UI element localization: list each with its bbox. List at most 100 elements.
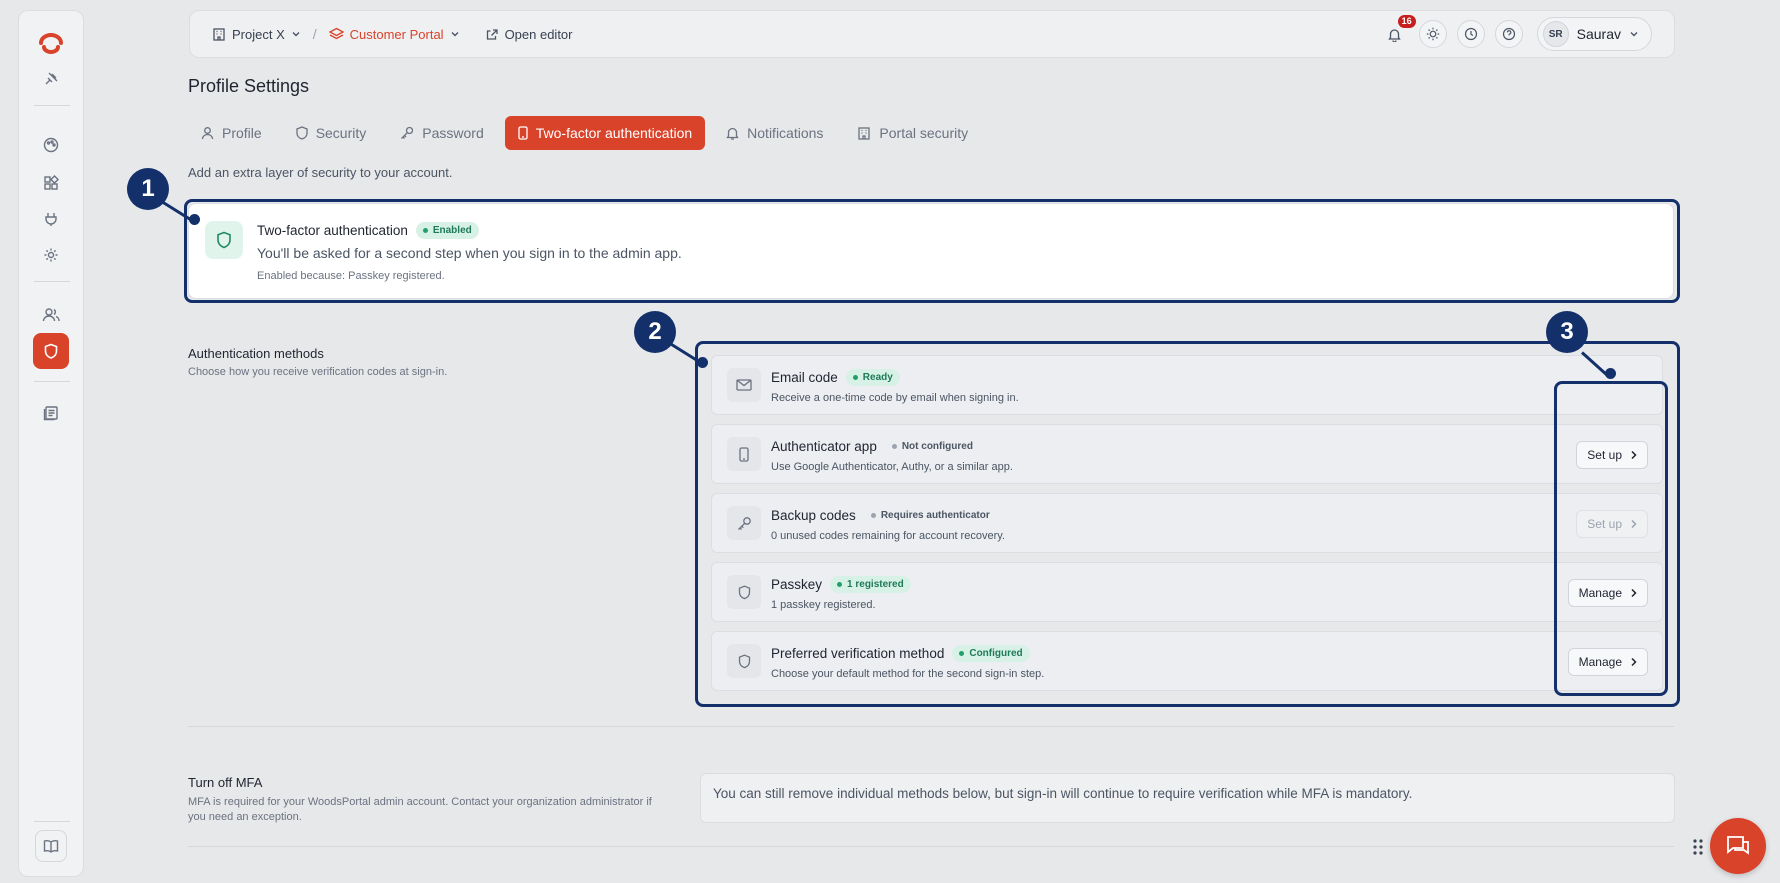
tab-two-factor-authentication[interactable]: Two-factor authentication — [504, 116, 706, 150]
method-authenticator-app: Authenticator app Not configured Use Goo… — [711, 424, 1663, 484]
method-title-row: Backup codes Requires authenticator — [771, 507, 997, 524]
drag-handle-icon[interactable] — [1692, 838, 1704, 856]
project-selector[interactable]: Project X — [212, 27, 301, 42]
clock-icon — [1464, 27, 1478, 41]
method-status-badge: 1 registered — [830, 576, 911, 593]
annotation-dot-1 — [189, 214, 200, 225]
shield-icon — [727, 644, 761, 678]
tab-label: Two-factor authentication — [535, 125, 693, 141]
chat-icon — [1725, 834, 1751, 858]
turn-off-mfa-title: Turn off MFA — [188, 775, 263, 790]
pin-icon[interactable] — [33, 61, 69, 97]
help-button[interactable] — [1494, 20, 1523, 48]
tab-label: Security — [315, 125, 367, 141]
method-status-badge: Configured — [952, 645, 1030, 662]
chevron-right-icon — [1630, 657, 1637, 667]
method-title: Backup codes — [771, 508, 856, 523]
method-backup-codes: Backup codes Requires authenticator 0 un… — [711, 493, 1663, 553]
status-dot-icon — [852, 375, 858, 380]
chat-button[interactable] — [1710, 818, 1766, 874]
building-icon — [212, 27, 226, 41]
auth-methods-description: Choose how you receive verification code… — [188, 366, 448, 378]
open-editor-link[interactable]: Open editor — [486, 27, 573, 42]
status-badge: Enabled — [415, 222, 479, 239]
chevron-down-icon — [1629, 29, 1639, 39]
book-icon[interactable] — [35, 830, 67, 862]
turn-off-mfa-description: MFA is required for your WoodsPortal adm… — [188, 796, 652, 823]
chevron-right-icon — [1630, 519, 1637, 529]
method-badge-label: 1 registered — [847, 579, 904, 590]
sidebar-divider — [34, 105, 70, 106]
preferred-method-manage-button[interactable]: Manage — [1567, 648, 1648, 676]
shield-icon[interactable] — [33, 333, 69, 369]
method-description: 0 unused codes remaining for account rec… — [771, 530, 1005, 542]
authenticator-setup-button[interactable]: Set up — [1576, 441, 1648, 469]
method-badge-label: Configured — [969, 648, 1023, 659]
button-label: Manage — [1578, 586, 1622, 600]
portal-selector[interactable]: Customer Portal — [328, 26, 460, 42]
plug-icon[interactable] — [33, 201, 69, 237]
method-badge-label: Not configured — [901, 441, 973, 452]
user-menu[interactable]: SR Saurav — [1536, 17, 1652, 51]
theme-toggle-button[interactable] — [1418, 20, 1447, 48]
portal-label: Customer Portal — [349, 26, 444, 42]
settings-tabs: Profile Security Password Two-factor aut… — [188, 116, 989, 150]
tab-label: Profile — [222, 125, 262, 141]
notifications-button[interactable]: 16 — [1381, 15, 1416, 48]
bell-icon — [726, 126, 739, 140]
method-description: Receive a one-time code by email when si… — [771, 392, 1019, 404]
brand-logo-icon[interactable] — [33, 25, 69, 61]
users-icon[interactable] — [33, 297, 69, 333]
tab-portal-security[interactable]: Portal security — [844, 116, 981, 150]
button-label: Set up — [1587, 448, 1622, 462]
status-note: Enabled because: Passkey registered. — [257, 270, 445, 282]
status-dot-icon — [870, 513, 876, 518]
annotation-marker-3: 3 — [1546, 311, 1588, 353]
avatar: SR — [1542, 21, 1569, 47]
method-description: Use Google Authenticator, Authy, or a si… — [771, 461, 1013, 473]
documents-icon[interactable] — [33, 395, 69, 431]
tab-label: Portal security — [879, 125, 969, 141]
mfa-mandatory-notice: You can still remove individual methods … — [700, 773, 1675, 823]
page-title: Profile Settings — [188, 76, 310, 96]
tab-password[interactable]: Password — [387, 116, 496, 150]
status-title-row: Two-factor authentication Enabled — [257, 222, 479, 239]
tab-security[interactable]: Security — [283, 116, 380, 150]
passkey-manage-button[interactable]: Manage — [1567, 579, 1648, 607]
breadcrumb-separator: / — [312, 26, 317, 42]
method-title: Preferred verification method — [771, 646, 945, 661]
shield-icon — [296, 126, 308, 140]
status-title: Two-factor authentication — [257, 223, 408, 238]
settings-icon[interactable] — [33, 237, 69, 273]
method-title-row: Authenticator app Not configured — [771, 438, 980, 455]
tab-notifications[interactable]: Notifications — [713, 116, 836, 150]
smartphone-icon — [518, 126, 528, 140]
mail-icon — [727, 368, 761, 402]
external-link-icon — [486, 28, 499, 41]
method-passkey: Passkey 1 registered 1 passkey registere… — [711, 562, 1663, 622]
method-email-code: Email code Ready Receive a one-time code… — [711, 355, 1663, 415]
status-dot-icon — [837, 582, 843, 587]
layers-icon — [328, 27, 344, 41]
open-editor-label: Open editor — [504, 26, 573, 42]
status-dot-icon — [891, 444, 897, 449]
key-icon — [400, 126, 414, 140]
method-title-row: Passkey 1 registered — [771, 576, 911, 593]
method-badge-label: Ready — [862, 372, 893, 383]
chevron-right-icon — [1630, 450, 1637, 460]
smartphone-icon — [727, 437, 761, 471]
status-dot-icon — [422, 228, 428, 233]
method-title: Email code — [771, 370, 838, 385]
tab-profile[interactable]: Profile — [188, 116, 275, 150]
sidebar — [18, 10, 84, 877]
chevron-down-icon — [450, 29, 460, 39]
method-title-row: Email code Ready — [771, 369, 900, 386]
sidebar-divider — [34, 381, 70, 382]
apps-icon[interactable] — [33, 165, 69, 201]
history-button[interactable] — [1456, 20, 1485, 48]
palette-icon[interactable] — [33, 127, 69, 163]
sun-icon — [1426, 27, 1440, 41]
two-factor-status-card: Two-factor authentication Enabled You'll… — [188, 203, 1674, 299]
status-description: You'll be asked for a second step when y… — [257, 245, 682, 261]
annotation-marker-2: 2 — [634, 311, 676, 353]
